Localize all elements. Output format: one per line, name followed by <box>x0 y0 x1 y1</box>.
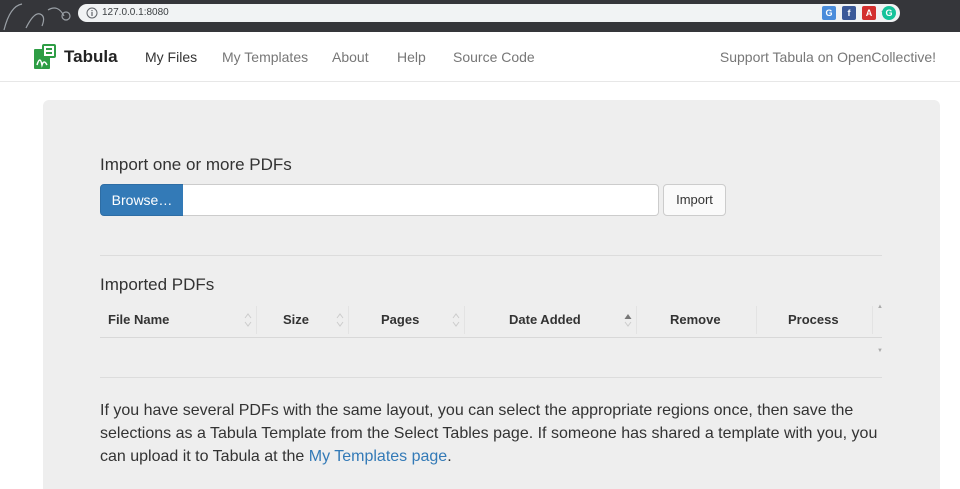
column-separator <box>348 306 349 334</box>
sort-ascending-icon[interactable] <box>624 311 632 329</box>
nav-my-templates[interactable]: My Templates <box>222 49 308 65</box>
browser-toolbar: 127.0.0.1:8080 ⊕ ☆ G f A G <box>0 0 960 32</box>
imported-pdfs-heading: Imported PDFs <box>100 275 215 294</box>
my-templates-page-link[interactable]: My Templates page <box>309 448 447 465</box>
scroll-up-arrow-icon[interactable]: ▲ <box>877 304 883 310</box>
info-text-end: . <box>447 448 452 465</box>
browser-theme-decoration <box>3 3 71 31</box>
address-bar[interactable]: 127.0.0.1:8080 ⊕ ☆ <box>78 4 900 22</box>
nav-about[interactable]: About <box>332 49 369 65</box>
column-pages[interactable]: Pages <box>381 302 419 338</box>
navbar: Tabula My Files My Templates About Help … <box>0 32 960 82</box>
column-file-name[interactable]: File Name <box>108 302 169 338</box>
column-separator <box>872 306 873 334</box>
column-separator <box>756 306 757 334</box>
sort-icon[interactable] <box>336 311 344 329</box>
nav-help[interactable]: Help <box>397 49 426 65</box>
grammarly-extension-icon[interactable]: G <box>882 6 896 20</box>
main-panel: Import one or more PDFs Browse… Import I… <box>43 100 940 489</box>
section-divider <box>100 377 882 378</box>
url-text[interactable]: 127.0.0.1:8080 <box>102 7 169 19</box>
translate-extension-icon[interactable]: G <box>822 6 836 20</box>
nav-source-code[interactable]: Source Code <box>453 49 535 65</box>
pdf-extension-icon[interactable]: A <box>862 6 876 20</box>
import-button[interactable]: Import <box>663 184 726 216</box>
column-date-added[interactable]: Date Added <box>509 302 581 338</box>
table-body-empty <box>100 338 882 366</box>
tabula-logo-icon <box>34 44 56 69</box>
imported-pdfs-table-header: File Name Size Pages Date Added Remove P… <box>100 302 882 338</box>
facebook-extension-icon[interactable]: f <box>842 6 856 20</box>
section-divider <box>100 255 882 256</box>
file-path-input[interactable] <box>183 184 659 216</box>
templates-info-text: If you have several PDFs with the same l… <box>100 399 890 468</box>
brand-name[interactable]: Tabula <box>64 47 118 67</box>
column-separator <box>464 306 465 334</box>
column-process: Process <box>788 312 839 327</box>
sort-icon[interactable] <box>452 311 460 329</box>
sort-icon[interactable] <box>244 311 252 329</box>
column-size[interactable]: Size <box>283 302 309 338</box>
brand[interactable]: Tabula <box>30 42 118 72</box>
column-separator <box>636 306 637 334</box>
browse-button[interactable]: Browse… <box>100 184 184 216</box>
column-remove: Remove <box>670 312 721 327</box>
column-separator <box>256 306 257 334</box>
import-heading: Import one or more PDFs <box>100 155 292 174</box>
nav-my-files[interactable]: My Files <box>145 49 197 65</box>
info-text-body: If you have several PDFs with the same l… <box>100 402 878 465</box>
nav-support-link[interactable]: Support Tabula on OpenCollective! <box>720 49 936 65</box>
scroll-down-arrow-icon[interactable]: ▼ <box>877 348 883 354</box>
info-icon[interactable] <box>86 7 98 19</box>
